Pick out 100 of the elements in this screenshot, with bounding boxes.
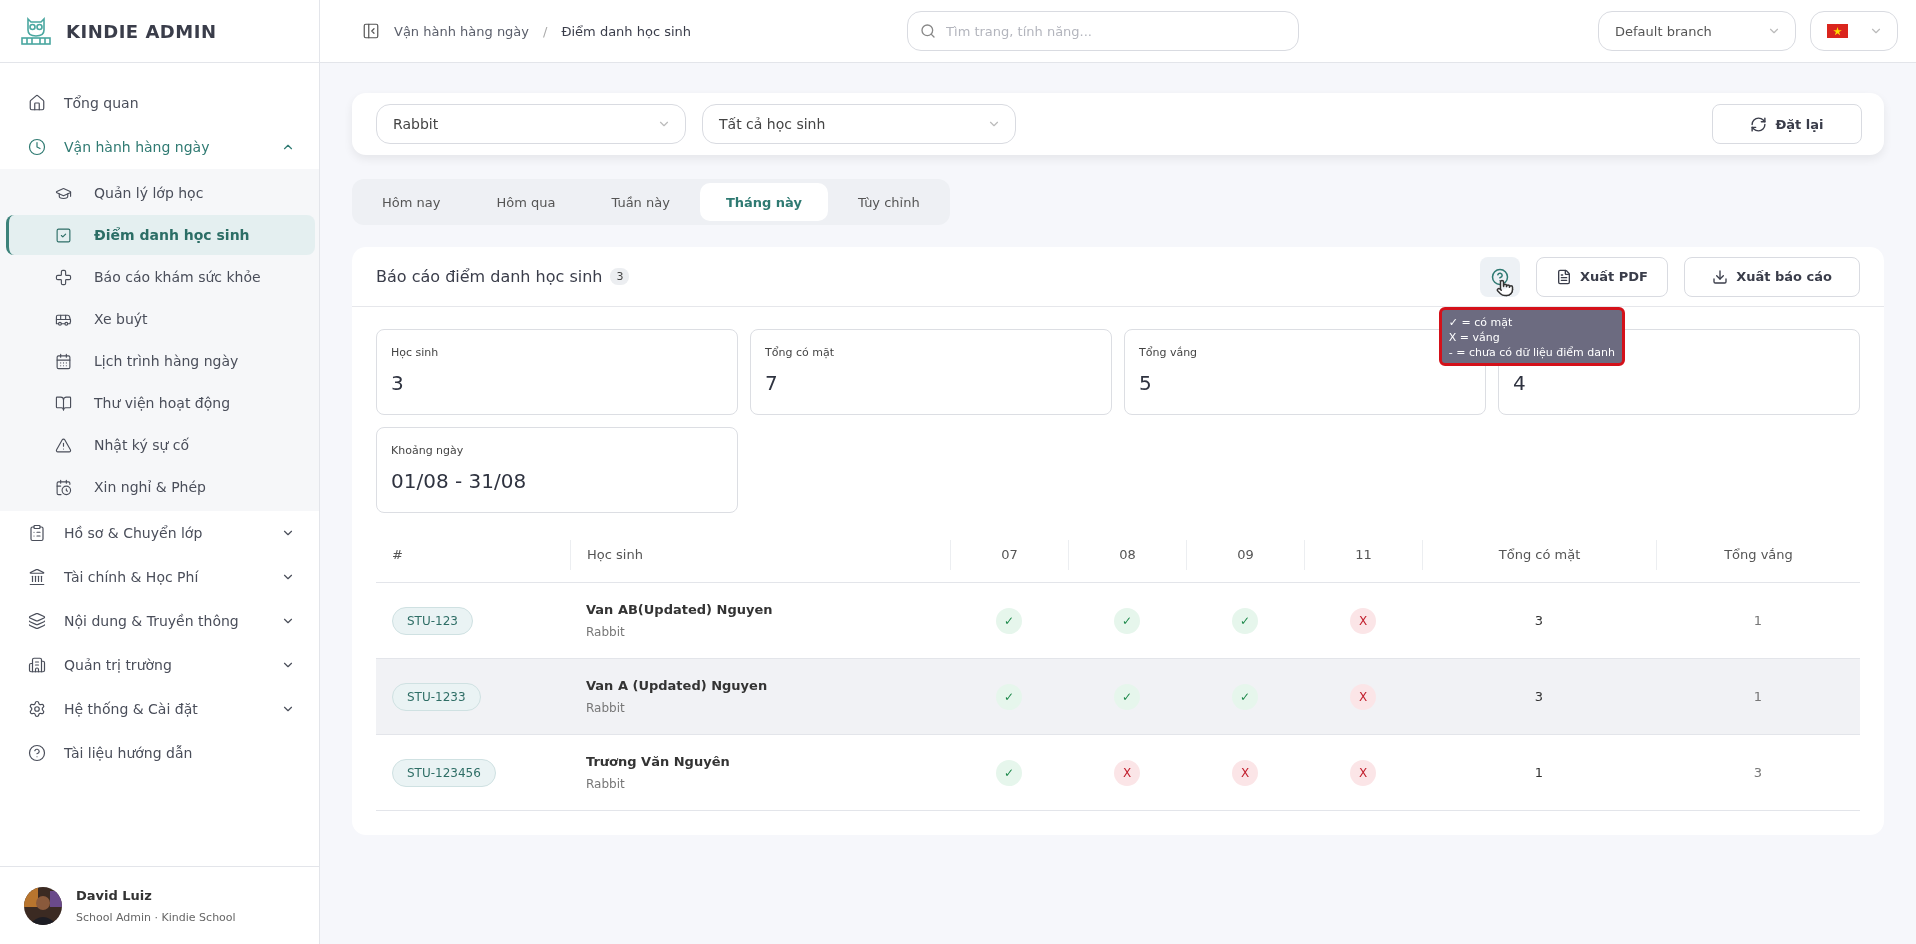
book-icon bbox=[55, 394, 72, 412]
attendance-mark: ✓ bbox=[1232, 683, 1258, 710]
export-pdf-button[interactable]: Xuất PDF bbox=[1536, 256, 1668, 297]
user-role: School Admin · Kindie School bbox=[76, 910, 236, 924]
branch-select[interactable]: Default branch bbox=[1598, 11, 1796, 51]
tooltip-line: - = chưa có dữ liệu điểm danh bbox=[1448, 345, 1615, 360]
sidebar-item[interactable]: Hồ sơ & Chuyển lớp bbox=[0, 511, 319, 555]
search-field[interactable]: Tìm trang, tính năng... bbox=[907, 11, 1300, 51]
sidebar-item[interactable]: Lịch trình hàng ngày bbox=[6, 341, 315, 381]
attendance-mark: ✓ bbox=[1114, 683, 1140, 710]
stat-value: 01/08 - 31/08 bbox=[391, 469, 528, 493]
column-header: # bbox=[391, 545, 404, 564]
period-tab[interactable]: Tùy chỉnh bbox=[831, 183, 946, 221]
absent-total: 1 bbox=[1753, 613, 1763, 628]
breadcrumb-link[interactable]: Vận hành hàng ngày bbox=[394, 23, 530, 39]
sidebar-item[interactable]: Tài chính & Học Phí bbox=[0, 555, 319, 599]
student-class: Rabbit bbox=[586, 625, 626, 639]
warning-icon bbox=[55, 436, 72, 454]
sidebar-item[interactable]: Quản lý lớp học bbox=[6, 173, 315, 213]
breadcrumb-link[interactable]: Điểm danh học sinh bbox=[561, 23, 692, 39]
column-header: 08 bbox=[1068, 539, 1186, 570]
calendar-clock-icon bbox=[55, 478, 72, 496]
building-icon bbox=[28, 656, 46, 674]
search-icon bbox=[920, 23, 937, 39]
present-total: 3 bbox=[1534, 689, 1544, 704]
refresh-icon bbox=[1750, 115, 1768, 133]
attendance-mark: ✓ bbox=[1232, 607, 1258, 634]
sidebar-toggle-icon[interactable] bbox=[362, 22, 380, 40]
stat-label: Khoảng ngày bbox=[391, 444, 464, 457]
period-tab[interactable]: Hôm nay bbox=[356, 183, 467, 221]
reset-button[interactable]: Đặt lại bbox=[1712, 104, 1862, 144]
student-name: Van AB(Updated) Nguyen bbox=[586, 602, 774, 617]
help-icon bbox=[1491, 267, 1509, 286]
attendance-mark: ✓ bbox=[1114, 607, 1140, 634]
home-icon bbox=[28, 94, 46, 112]
attendance-mark: X bbox=[1350, 683, 1376, 710]
help-icon bbox=[28, 744, 46, 762]
stat-label: Tổng có mặt bbox=[765, 346, 834, 359]
student-name: Trương Văn Nguyên bbox=[586, 754, 731, 769]
stat-value: 7 bbox=[765, 371, 779, 395]
download-icon bbox=[1712, 268, 1729, 285]
attendance-mark: ✓ bbox=[996, 759, 1022, 786]
column-header: Tổng có mặt bbox=[1422, 539, 1656, 570]
student-id-tag: STU-1233 bbox=[392, 682, 481, 711]
attendance-mark: ✓ bbox=[996, 607, 1022, 634]
student-name: Van A (Updated) Nguyen bbox=[586, 678, 769, 693]
tooltip-line: ✓ = có mặt bbox=[1448, 315, 1514, 330]
attendance-mark: X bbox=[1350, 759, 1376, 786]
bank-icon bbox=[28, 568, 46, 586]
period-tab[interactable]: Tuần này bbox=[585, 183, 696, 221]
help-button[interactable] bbox=[1480, 256, 1520, 297]
sidebar-item[interactable]: Điểm danh học sinh bbox=[6, 215, 315, 255]
stat-value: 5 bbox=[1139, 371, 1153, 395]
hand-cursor-icon bbox=[1496, 278, 1514, 297]
document-icon bbox=[1556, 268, 1572, 285]
calendar-icon bbox=[55, 352, 72, 370]
column-header: 11 bbox=[1304, 539, 1422, 570]
absent-total: 1 bbox=[1753, 689, 1763, 704]
attendance-mark: ✓ bbox=[996, 683, 1022, 710]
column-header: Học sinh bbox=[570, 539, 950, 570]
stat-value: 4 bbox=[1513, 371, 1527, 395]
attendance-mark: X bbox=[1232, 759, 1258, 786]
sidebar-item[interactable]: Thư viện hoạt động bbox=[6, 383, 315, 423]
student-class: Rabbit bbox=[586, 777, 626, 791]
student-select[interactable]: Tất cả học sinh bbox=[702, 104, 1016, 144]
attendance-mark: X bbox=[1114, 759, 1140, 786]
search-input[interactable]: Tìm trang, tính năng... bbox=[944, 22, 1287, 40]
export-report-button[interactable]: Xuất báo cáo bbox=[1684, 256, 1860, 297]
sidebar-item[interactable]: Xin nghỉ & Phép bbox=[6, 467, 315, 507]
language-select[interactable] bbox=[1810, 11, 1898, 51]
attendance-mark: X bbox=[1350, 607, 1376, 634]
present-total: 1 bbox=[1534, 765, 1544, 780]
breadcrumb-separator: / bbox=[543, 23, 548, 39]
sidebar-item[interactable]: Vận hành hàng ngày bbox=[0, 125, 319, 169]
sidebar-item[interactable]: Báo cáo khám sức khỏe bbox=[6, 257, 315, 297]
settings-icon bbox=[28, 700, 46, 718]
student-class: Rabbit bbox=[586, 701, 626, 715]
tooltip-line: X = vắng bbox=[1448, 330, 1501, 345]
plus-icon bbox=[55, 268, 72, 286]
stat-label: Học sinh bbox=[391, 346, 439, 359]
sidebar-item[interactable]: Tài liệu hướng dẫn bbox=[0, 731, 319, 775]
absent-total: 3 bbox=[1753, 765, 1763, 780]
sidebar-item[interactable]: Quản trị trường bbox=[0, 643, 319, 687]
report-title: Báo cáo điểm danh học sinh bbox=[376, 267, 603, 286]
class-select[interactable]: Rabbit bbox=[376, 104, 686, 144]
sidebar-item[interactable]: Xe buýt bbox=[6, 299, 315, 339]
period-tab[interactable]: Hôm qua bbox=[470, 183, 582, 221]
brand-name: KINDIE ADMIN bbox=[66, 20, 217, 42]
sidebar-item[interactable]: Nhật ký sự cố bbox=[6, 425, 315, 465]
period-tab[interactable]: Tháng này bbox=[699, 183, 828, 221]
present-total: 3 bbox=[1534, 613, 1544, 628]
owl-logo-icon bbox=[20, 16, 52, 46]
sidebar-item[interactable]: Hệ thống & Cài đặt bbox=[0, 687, 319, 731]
clock-icon bbox=[28, 138, 46, 156]
layers-icon bbox=[28, 612, 46, 630]
sidebar-item[interactable]: Nội dung & Truyền thông bbox=[0, 599, 319, 643]
sidebar-item[interactable]: Tổng quan bbox=[0, 81, 319, 125]
column-header: 07 bbox=[950, 539, 1068, 570]
stat-value: 3 bbox=[391, 371, 405, 395]
student-id-tag: STU-123 bbox=[392, 606, 473, 635]
